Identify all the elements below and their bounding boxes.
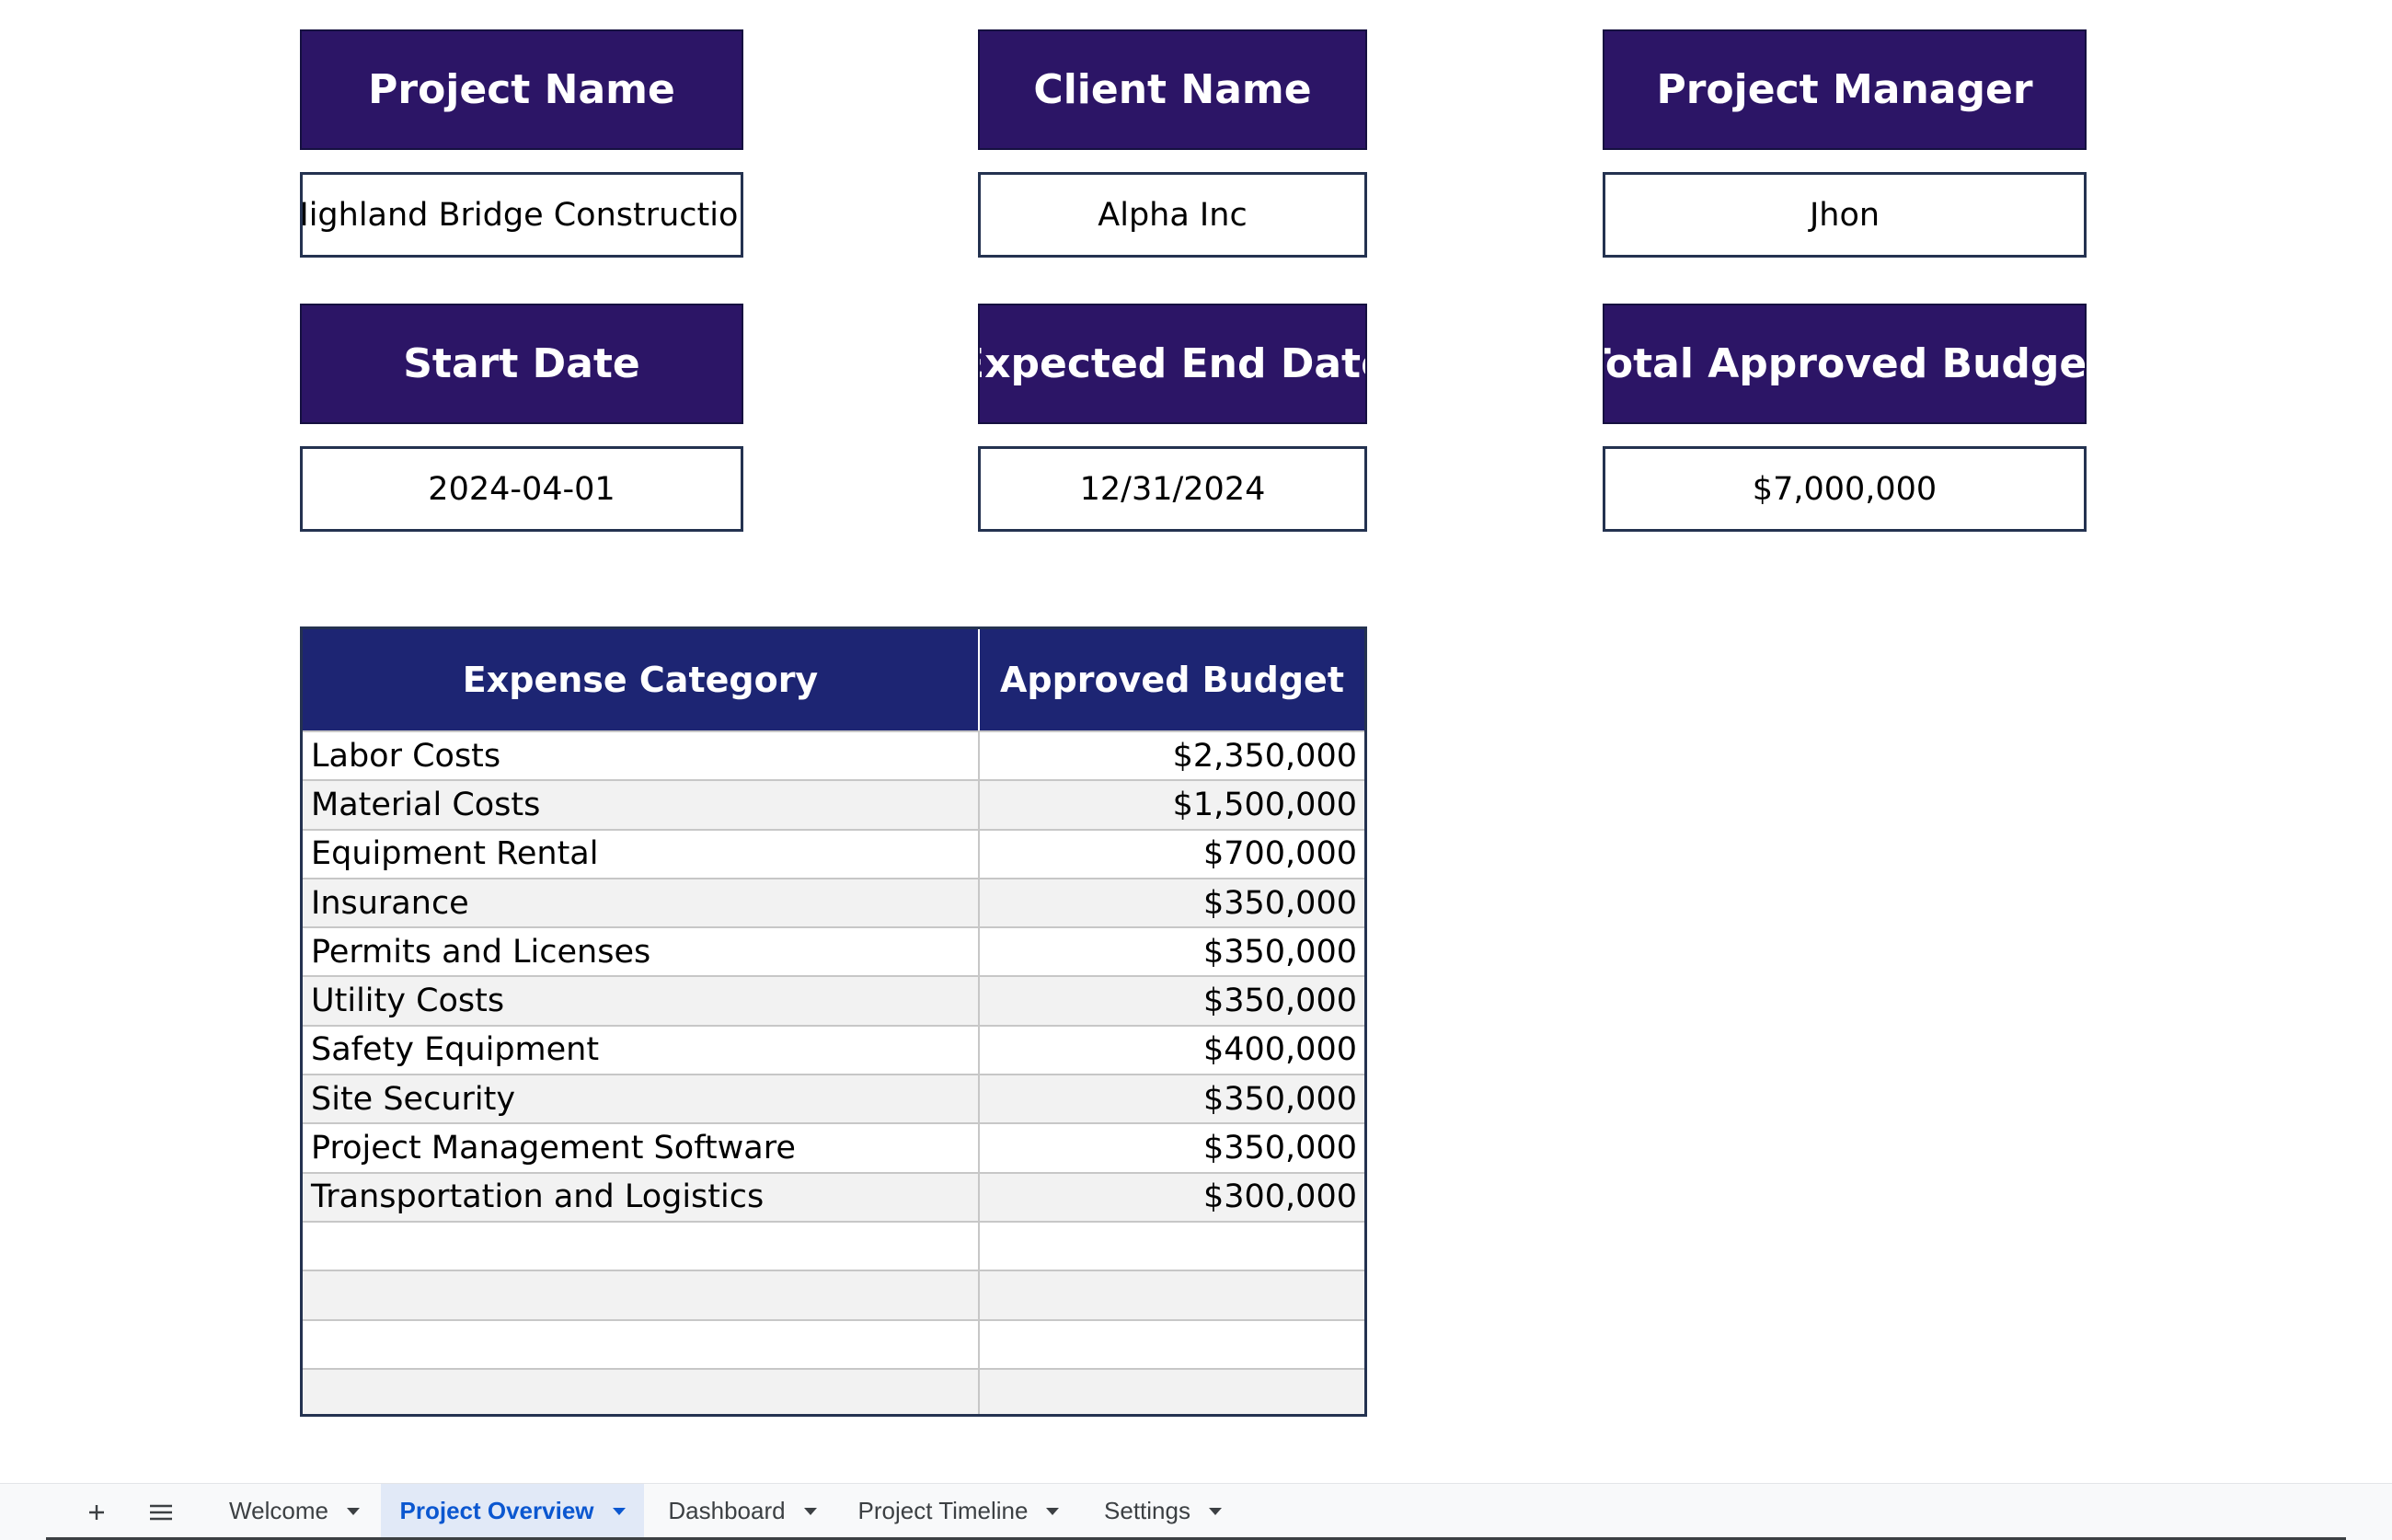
chevron-down-icon <box>803 1507 817 1515</box>
tab-welcome[interactable]: Welcome <box>210 1484 379 1538</box>
chevron-down-icon <box>1208 1507 1222 1515</box>
expense-category-cell[interactable] <box>303 1222 980 1270</box>
approved-budget-cell[interactable]: $300,000 <box>980 1174 1364 1221</box>
expense-category-cell[interactable]: Project Management Software <box>303 1124 980 1172</box>
plus-icon <box>89 1505 104 1520</box>
table-row: Project Management Software $350,000 <box>303 1122 1364 1172</box>
tab-project-timeline[interactable]: Project Timeline <box>841 1484 1076 1538</box>
expense-category-cell[interactable]: Transportation and Logistics <box>303 1173 980 1221</box>
tab-label: Project Timeline <box>857 1497 1029 1524</box>
end-date-value[interactable]: 12/31/2024 <box>978 446 1367 532</box>
expense-category-cell[interactable]: Labor Costs <box>303 732 980 780</box>
expense-category-cell[interactable] <box>303 1271 980 1319</box>
approved-budget-cell[interactable]: $350,000 <box>980 879 1364 926</box>
expense-category-cell[interactable] <box>303 1320 980 1368</box>
table-row: Site Security $350,000 <box>303 1074 1364 1123</box>
approved-budget-cell[interactable] <box>980 1321 1364 1368</box>
expense-category-cell[interactable]: Material Costs <box>303 781 980 829</box>
table-row <box>303 1318 1364 1368</box>
approved-budget-cell[interactable]: $350,000 <box>980 1124 1364 1171</box>
expense-category-cell[interactable] <box>303 1369 980 1414</box>
table-row: Transportation and Logistics $300,000 <box>303 1171 1364 1221</box>
project-name-value[interactable]: Highland Bridge Construction <box>300 172 743 258</box>
tab-label: Project Overview <box>399 1497 594 1524</box>
project-manager-value[interactable]: Jhon <box>1603 172 2087 258</box>
tab-label: Dashboard <box>668 1497 786 1524</box>
chevron-down-icon <box>1046 1507 1060 1515</box>
approved-budget-cell[interactable] <box>980 1271 1364 1318</box>
approved-budget-cell[interactable]: $350,000 <box>980 977 1364 1024</box>
table-row: Equipment Rental $700,000 <box>303 828 1364 878</box>
table-row: Labor Costs $2,350,000 <box>303 730 1364 780</box>
client-name-header: Client Name <box>978 29 1367 150</box>
total-budget-header: Total Approved Budget <box>1603 304 2087 424</box>
approved-budget-header: Approved Budget <box>1000 660 1344 700</box>
table-row: Safety Equipment $400,000 <box>303 1024 1364 1075</box>
start-date-header: Start Date <box>300 304 743 424</box>
table-row <box>303 1220 1364 1270</box>
table-row <box>303 1367 1364 1414</box>
expense-table-header: Expense Category Approved Budget <box>303 629 1364 730</box>
approved-budget-cell[interactable] <box>980 1370 1364 1414</box>
tab-settings[interactable]: Settings <box>1078 1484 1248 1538</box>
project-manager-header: Project Manager <box>1603 29 2087 150</box>
tab-label: Welcome <box>229 1497 328 1524</box>
table-row: Permits and Licenses $350,000 <box>303 926 1364 976</box>
approved-budget-cell[interactable] <box>980 1223 1364 1270</box>
expense-category-cell[interactable]: Permits and Licenses <box>303 928 980 976</box>
expense-table: Expense Category Approved Budget Labor C… <box>300 626 1367 1417</box>
approved-budget-cell[interactable]: $350,000 <box>980 1075 1364 1122</box>
tab-project-overview[interactable]: Project Overview <box>381 1484 644 1538</box>
table-row <box>303 1270 1364 1319</box>
expense-category-cell[interactable]: Site Security <box>303 1075 980 1123</box>
expense-category-cell[interactable]: Equipment Rental <box>303 830 980 878</box>
add-sheet-button[interactable] <box>77 1493 116 1532</box>
end-date-header: Expected End Date <box>978 304 1367 424</box>
expense-category-cell[interactable]: Utility Costs <box>303 977 980 1025</box>
hamburger-icon <box>150 1504 172 1521</box>
approved-budget-cell[interactable]: $350,000 <box>980 928 1364 975</box>
table-row: Material Costs $1,500,000 <box>303 779 1364 829</box>
chevron-down-icon <box>346 1507 360 1515</box>
expense-category-cell[interactable]: Insurance <box>303 879 980 927</box>
chevron-down-icon <box>612 1507 626 1515</box>
expense-category-header: Expense Category <box>303 629 980 730</box>
table-row: Insurance $350,000 <box>303 877 1364 927</box>
sheet-tab-bar: Welcome Project Overview Dashboard Proje… <box>0 1483 2392 1540</box>
project-name-header: Project Name <box>300 29 743 150</box>
tab-dashboard[interactable]: Dashboard <box>646 1484 839 1538</box>
approved-budget-cell[interactable]: $2,350,000 <box>980 732 1364 779</box>
table-row: Utility Costs $350,000 <box>303 975 1364 1025</box>
tab-label: Settings <box>1104 1497 1190 1524</box>
all-sheets-button[interactable] <box>142 1493 180 1532</box>
total-budget-value[interactable]: $7,000,000 <box>1603 446 2087 532</box>
approved-budget-cell[interactable]: $1,500,000 <box>980 781 1364 828</box>
approved-budget-cell[interactable]: $700,000 <box>980 831 1364 878</box>
approved-budget-cell[interactable]: $400,000 <box>980 1027 1364 1074</box>
expense-table-body: Labor Costs $2,350,000 Material Costs $1… <box>303 730 1364 1414</box>
expense-category-cell[interactable]: Safety Equipment <box>303 1026 980 1075</box>
start-date-value[interactable]: 2024-04-01 <box>300 446 743 532</box>
client-name-value[interactable]: Alpha Inc <box>978 172 1367 258</box>
